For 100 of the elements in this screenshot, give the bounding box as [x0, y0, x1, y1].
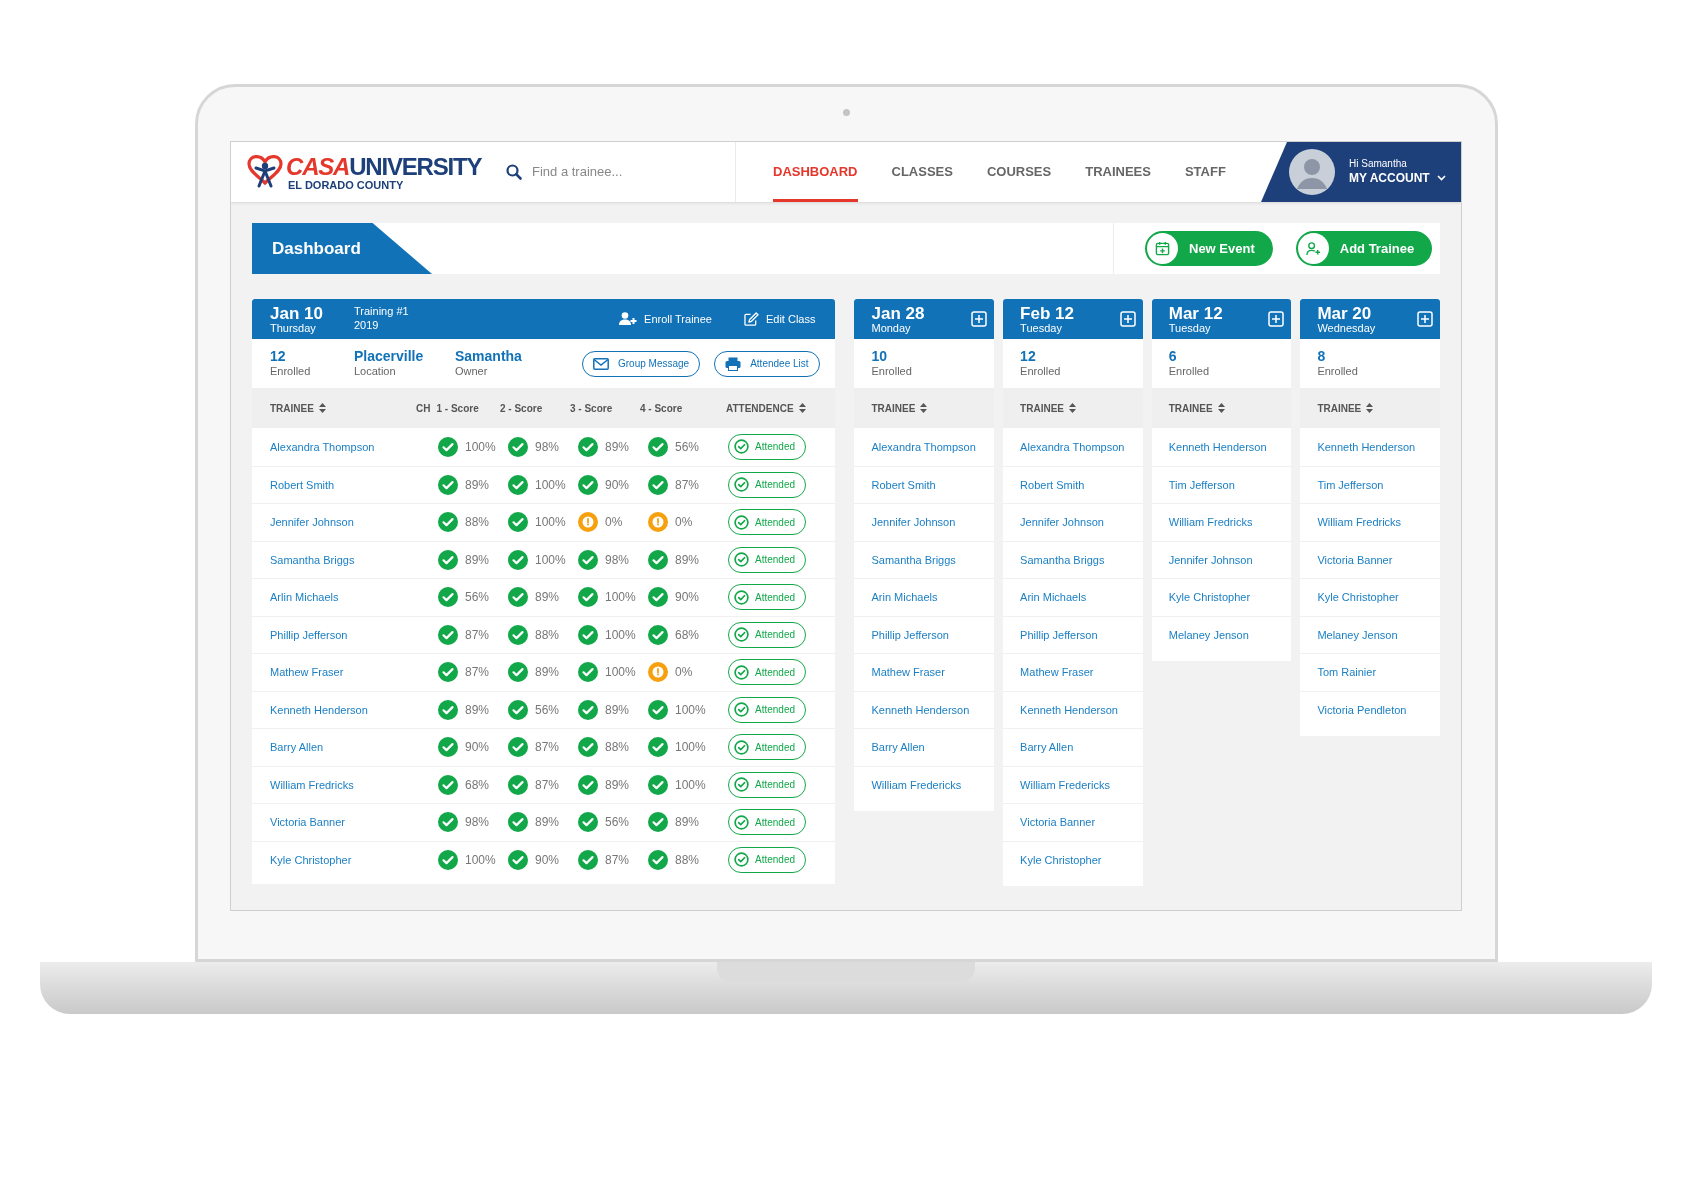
- trainee-link[interactable]: William Fredricks: [1317, 514, 1402, 531]
- trainee-link[interactable]: Phillip Jefferson: [1020, 626, 1098, 643]
- trainee-link[interactable]: William Fredericks: [1020, 776, 1110, 793]
- trainee-link[interactable]: Melaney Jenson: [1168, 626, 1249, 643]
- class-date: Jan 10: [270, 304, 324, 322]
- sort-icon: [1366, 403, 1374, 413]
- trainee-link[interactable]: William Fredricks: [1168, 514, 1253, 531]
- score-value: 89%: [535, 589, 560, 607]
- trainee-link[interactable]: Mathew Fraser: [270, 664, 430, 681]
- trainee-link[interactable]: Kenneth Henderson: [1317, 438, 1416, 455]
- score-value: 100%: [465, 438, 496, 456]
- trainee-link[interactable]: Robert Smith: [1020, 476, 1085, 493]
- trainee-link[interactable]: Kenneth Henderson: [1020, 701, 1118, 718]
- trainee-link[interactable]: Victoria Banner: [1317, 551, 1393, 568]
- class-weekday: Thursday: [270, 322, 317, 334]
- trainee-link[interactable]: Tim Jefferson: [1168, 476, 1235, 493]
- trainee-link[interactable]: Arin Michaels: [1020, 589, 1087, 606]
- nav-tab[interactable]: STAFF: [1184, 142, 1226, 202]
- trainee-link[interactable]: Phillip Jefferson: [270, 626, 430, 643]
- trainee-link[interactable]: Kyle Christopher: [1168, 589, 1251, 606]
- stat-value: 8: [1317, 347, 1327, 366]
- check-circle-icon: [734, 552, 749, 568]
- stat-value: 12: [1020, 347, 1037, 366]
- class-date: Feb 12: [1020, 304, 1075, 322]
- class-weekday: Wednesday: [1317, 322, 1377, 334]
- trainee-link[interactable]: Robert Smith: [270, 476, 430, 493]
- score-value: 56%: [605, 814, 630, 832]
- trainee-link[interactable]: Tim Jefferson: [1317, 476, 1384, 493]
- score-value: 88%: [675, 851, 700, 869]
- trainee-link[interactable]: Victoria Pendleton: [1317, 701, 1407, 718]
- account-label: MY ACCOUNT: [1349, 170, 1430, 186]
- trainee-link[interactable]: Alexandra Thompson: [1020, 438, 1125, 455]
- trainee-link[interactable]: Victoria Banner: [1020, 814, 1096, 831]
- nav-tab[interactable]: DASHBOARD: [773, 142, 858, 202]
- trainee-link[interactable]: Jennifer Johnson: [1020, 514, 1104, 531]
- check-circle-icon: [734, 627, 749, 643]
- trainee-link[interactable]: Melaney Jenson: [1317, 626, 1398, 643]
- trainee-link[interactable]: Robert Smith: [871, 476, 936, 493]
- action-button[interactable]: New Event: [1145, 231, 1273, 266]
- trainee-link[interactable]: Victoria Banner: [270, 814, 430, 831]
- caret-icon: [1436, 175, 1446, 182]
- nav-tab[interactable]: TRAINEES: [1085, 142, 1151, 202]
- trainee-link[interactable]: Kenneth Henderson: [270, 701, 430, 718]
- trainee-link[interactable]: Mathew Fraser: [1020, 664, 1094, 681]
- trainee-link[interactable]: Phillip Jefferson: [871, 626, 949, 643]
- account-menu[interactable]: Hi Samantha MY ACCOUNT: [1261, 142, 1461, 202]
- score-value: 0%: [675, 514, 693, 532]
- edit-icon: [743, 312, 759, 326]
- trainee-link[interactable]: Barry Allen: [1020, 739, 1074, 756]
- trainee-link[interactable]: Kenneth Henderson: [1168, 438, 1267, 455]
- score-value: 90%: [535, 851, 560, 869]
- score-value: 89%: [535, 814, 560, 832]
- trainee-link[interactable]: Alexandra Thompson: [270, 438, 430, 455]
- stat-label: Enrolled: [871, 365, 913, 380]
- trainee-link[interactable]: Jennifer Johnson: [270, 514, 430, 531]
- check-circle-icon: [734, 664, 749, 680]
- stat-value: 12: [270, 347, 287, 366]
- column-header: 3 - Score: [570, 401, 613, 416]
- stat-label: Location: [354, 365, 397, 380]
- header-action[interactable]: Enroll Trainee: [619, 310, 712, 328]
- trainee-link[interactable]: Alexandra Thompson: [871, 438, 976, 455]
- trainee-link[interactable]: Jennifer Johnson: [871, 514, 956, 531]
- logo-text: CASA: [286, 155, 350, 179]
- trainee-link[interactable]: Samantha Briggs: [871, 551, 956, 568]
- trainee-link[interactable]: Kyle Christopher: [270, 851, 430, 868]
- score-value: 88%: [605, 739, 630, 757]
- class-year: 2019: [354, 319, 380, 333]
- trainee-link[interactable]: Samantha Briggs: [270, 551, 430, 568]
- check-circle-icon: [734, 589, 749, 605]
- header-action[interactable]: Edit Class: [743, 310, 816, 328]
- score-value: 56%: [465, 589, 490, 607]
- trainee-link[interactable]: Mathew Fraser: [871, 664, 945, 681]
- add-icon: [971, 311, 988, 327]
- trainee-link[interactable]: Tom Rainier: [1317, 664, 1377, 681]
- nav-tab[interactable]: COURSES: [986, 142, 1052, 202]
- trainee-link[interactable]: Arlin Michaels: [270, 589, 430, 606]
- trainee-link[interactable]: Kenneth Henderson: [871, 701, 970, 718]
- trainee-link[interactable]: Samantha Briggs: [1020, 551, 1105, 568]
- score-value: 89%: [465, 701, 490, 719]
- trainee-link[interactable]: Arin Michaels: [871, 589, 938, 606]
- trainee-link[interactable]: Barry Allen: [871, 739, 925, 756]
- trainee-link[interactable]: Kyle Christopher: [1317, 589, 1399, 606]
- score-value: 90%: [465, 739, 490, 757]
- nav-tab[interactable]: CLASSES: [891, 142, 953, 202]
- score-value: 89%: [465, 476, 490, 494]
- score-value: 68%: [465, 776, 490, 794]
- trainee-link[interactable]: William Fredericks: [871, 776, 962, 793]
- search-field[interactable]: Find a trainee...: [532, 162, 702, 182]
- column-header: CH: [416, 401, 431, 416]
- printer-icon: [725, 356, 742, 371]
- trainee-link[interactable]: Jennifer Johnson: [1168, 551, 1253, 568]
- search-icon: [506, 164, 522, 180]
- score-value: 87%: [535, 776, 560, 794]
- trainee-link[interactable]: Kyle Christopher: [1020, 851, 1102, 868]
- action-button[interactable]: Add Trainee: [1295, 231, 1433, 266]
- trainee-link[interactable]: William Fredricks: [270, 776, 430, 793]
- add-icon: [1119, 311, 1136, 327]
- class-title: Training #1: [354, 305, 409, 319]
- trainee-link[interactable]: Barry Allen: [270, 739, 430, 756]
- score-value: 87%: [675, 476, 700, 494]
